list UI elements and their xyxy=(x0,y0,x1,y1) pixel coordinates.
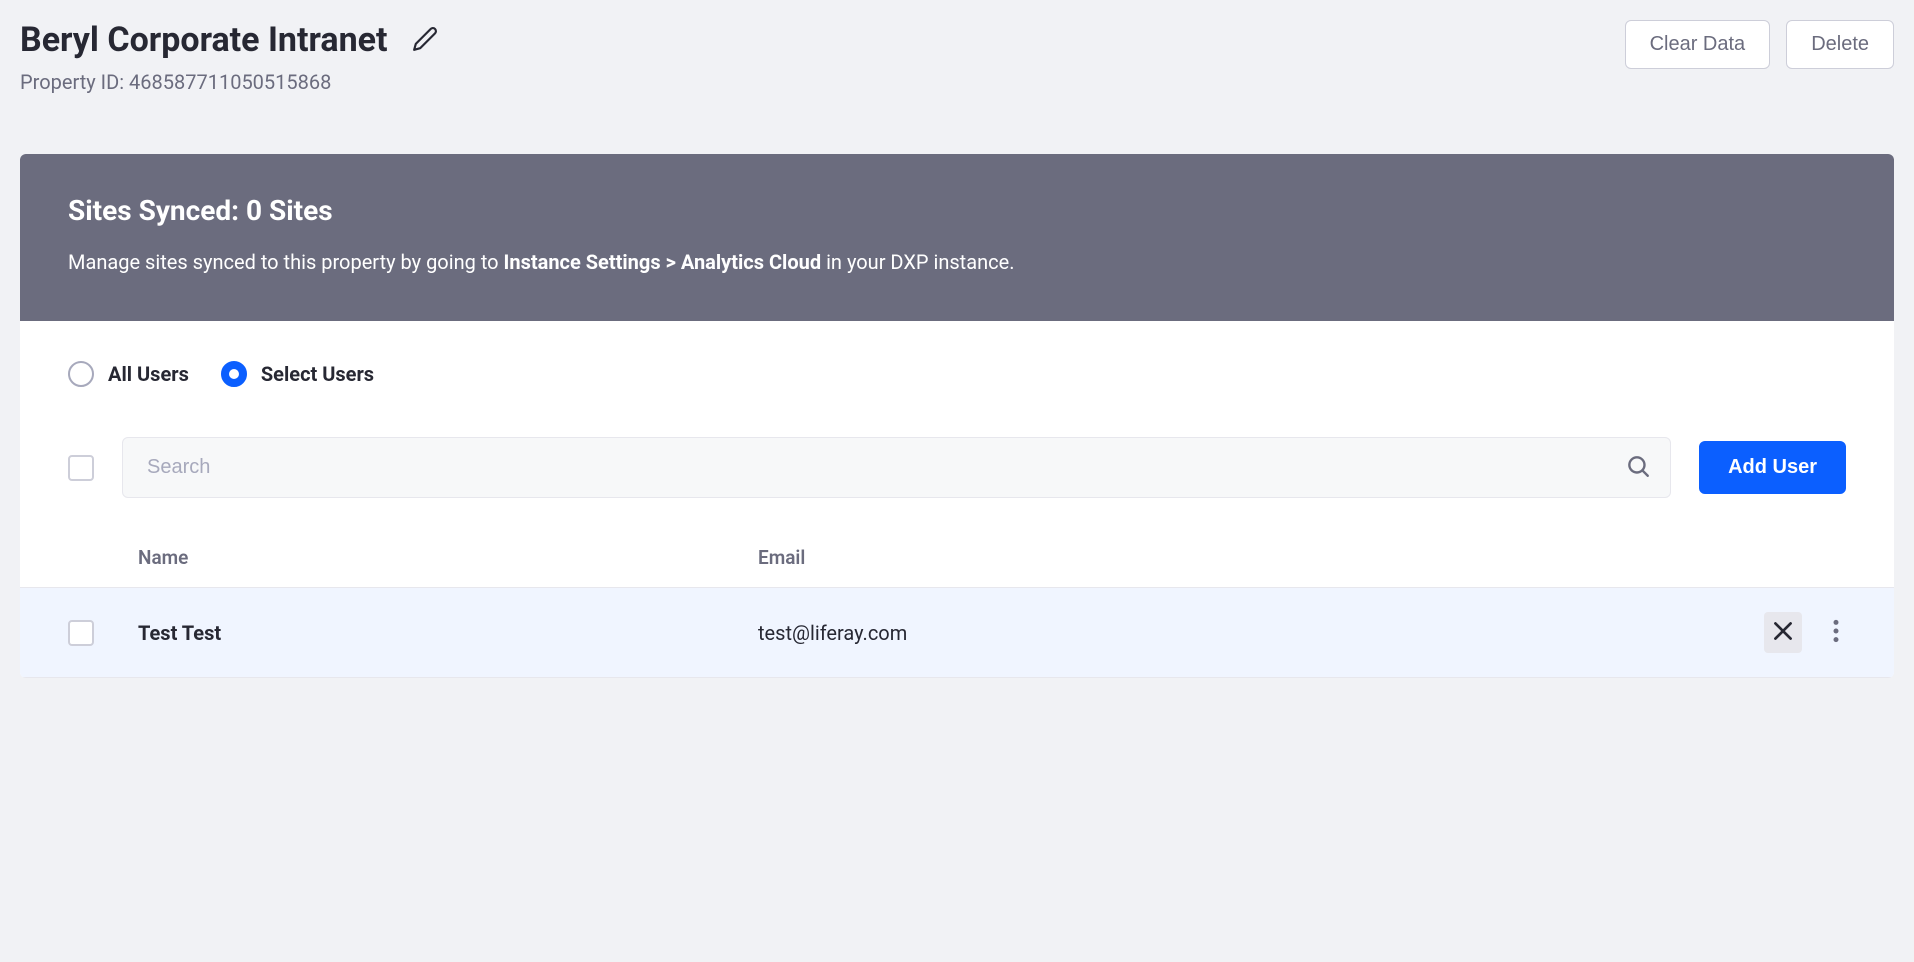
banner-text-bold: Instance Settings > Analytics Cloud xyxy=(504,250,822,274)
clear-data-button[interactable]: Clear Data xyxy=(1625,20,1771,69)
select-all-checkbox[interactable] xyxy=(68,455,94,481)
search-wrap xyxy=(122,437,1671,498)
row-email: test@liferay.com xyxy=(758,621,1726,645)
page-header: Beryl Corporate Intranet Property ID: 46… xyxy=(20,20,1894,94)
radio-icon-selected xyxy=(221,361,247,387)
banner-text-post: in your DXP instance. xyxy=(821,250,1014,274)
banner-text-pre: Manage sites synced to this property by … xyxy=(68,250,504,274)
edit-title-button[interactable] xyxy=(408,22,442,59)
user-scope-radio-group: All Users Select Users xyxy=(20,321,1894,437)
banner-text: Manage sites synced to this property by … xyxy=(68,247,1846,277)
th-checkbox xyxy=(68,546,138,569)
table-header: Name Email xyxy=(20,528,1894,588)
row-checkbox-cell xyxy=(68,620,138,646)
th-actions xyxy=(1726,546,1846,569)
remove-user-button[interactable] xyxy=(1764,612,1802,653)
add-user-button[interactable]: Add User xyxy=(1699,441,1846,494)
delete-button[interactable]: Delete xyxy=(1786,20,1894,69)
header-actions: Clear Data Delete xyxy=(1625,20,1894,69)
header-left: Beryl Corporate Intranet Property ID: 46… xyxy=(20,20,442,94)
row-checkbox[interactable] xyxy=(68,620,94,646)
radio-icon xyxy=(68,361,94,387)
search-input[interactable] xyxy=(122,437,1671,498)
table-row: Test Test test@liferay.com xyxy=(20,588,1894,678)
page-title: Beryl Corporate Intranet xyxy=(20,20,388,60)
users-toolbar: Add User xyxy=(20,437,1894,528)
row-kebab-menu[interactable] xyxy=(1826,612,1846,653)
pencil-icon xyxy=(412,26,438,55)
sites-synced-banner: Sites Synced: 0 Sites Manage sites synce… xyxy=(20,154,1894,321)
title-row: Beryl Corporate Intranet xyxy=(20,20,442,60)
row-name: Test Test xyxy=(138,621,758,645)
row-actions xyxy=(1726,612,1846,653)
close-icon xyxy=(1770,618,1796,647)
banner-title: Sites Synced: 0 Sites xyxy=(68,194,1846,227)
main-card: Sites Synced: 0 Sites Manage sites synce… xyxy=(20,154,1894,678)
radio-select-users-label: Select Users xyxy=(261,362,374,386)
radio-all-users-label: All Users xyxy=(108,362,189,386)
radio-all-users[interactable]: All Users xyxy=(68,361,189,387)
th-name: Name xyxy=(138,546,758,569)
property-id-label: Property ID: 468587711050515868 xyxy=(20,70,442,94)
kebab-icon xyxy=(1832,618,1840,647)
th-email: Email xyxy=(758,546,1726,569)
radio-select-users[interactable]: Select Users xyxy=(221,361,374,387)
